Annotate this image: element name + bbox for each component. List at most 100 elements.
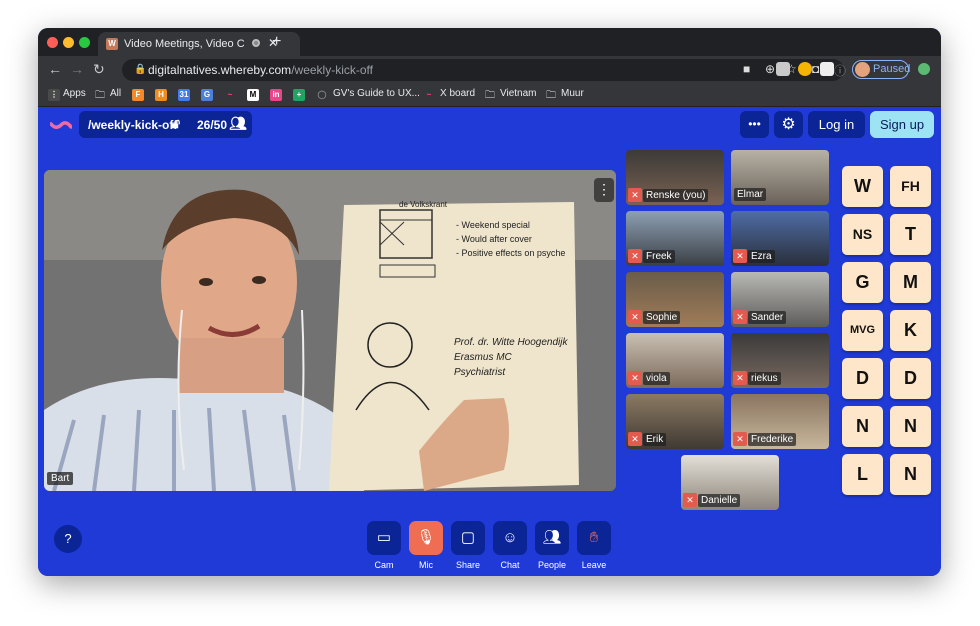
participant-initials-tile[interactable]: N	[890, 406, 931, 447]
bookmarks-bar: ⋮ Apps 🗀 All F H 31 G ~ M in + ◯ GV's Gu…	[38, 84, 941, 107]
participant-thumb[interactable]: ✕ Frederike	[731, 394, 829, 449]
participant-label: ✕ viola	[628, 371, 670, 386]
card-line: - Positive effects on psyche	[456, 248, 566, 258]
screenshot-extension-icon[interactable]	[776, 62, 790, 76]
bookmark-x-board[interactable]: X board	[440, 88, 475, 99]
help-button[interactable]: ?	[54, 525, 82, 553]
mic-muted-icon: ✕	[733, 432, 747, 446]
participant-initials-tile[interactable]: N	[890, 454, 931, 495]
bookmark-sheets-icon[interactable]: +	[293, 89, 305, 101]
bookmark-h-icon[interactable]: H	[155, 89, 167, 101]
bookmark-invision-icon[interactable]: in	[270, 89, 282, 101]
mic-muted-icon: ✕	[628, 188, 642, 202]
participant-label: ✕ riekus	[733, 371, 781, 386]
signup-button[interactable]: Sign up	[870, 111, 934, 138]
bookmark-whereby-icon[interactable]: ~	[224, 89, 236, 101]
chat-button[interactable]: ☺	[493, 521, 527, 555]
mic-button[interactable]: 🎙︎	[409, 521, 443, 555]
participant-thumb[interactable]: ✕ riekus	[731, 333, 829, 388]
bookmark-calendar-icon[interactable]: 31	[178, 89, 190, 101]
unlock-icon[interactable]: 🔓︎	[171, 115, 180, 132]
info-icon[interactable]: ⓘ	[834, 62, 846, 79]
participant-initials-tile[interactable]: D	[842, 358, 883, 399]
profile-paused-button[interactable]: Paused	[852, 60, 910, 79]
back-arrow-icon[interactable]: ←	[48, 61, 62, 77]
participant-name: Freek	[643, 249, 675, 263]
leave-button[interactable]: ✋︎	[577, 521, 611, 555]
bookmark-f-icon[interactable]: F	[132, 89, 144, 101]
forward-arrow-icon[interactable]: →	[70, 61, 84, 77]
participant-thumb[interactable]: ✕ Freek	[626, 211, 724, 266]
participant-thumb[interactable]: ✕ viola	[626, 333, 724, 388]
card-line: Psychiatrist	[454, 367, 506, 378]
bookmark-vietnam[interactable]: Vietnam	[500, 88, 537, 99]
participant-name: Frederike	[748, 432, 797, 446]
share-button[interactable]: ▢	[451, 521, 485, 555]
mic-muted-icon: ✕	[733, 249, 747, 263]
bookmark-translate-icon[interactable]: G	[201, 89, 213, 101]
whereby-logo-icon[interactable]	[50, 120, 72, 132]
participant-initials-tile[interactable]: G	[842, 262, 883, 303]
camera-in-use-icon[interactable]: ■	[743, 62, 750, 76]
address-bar[interactable]: 🔒 digitalnatives.whereby.com/weekly-kick…	[122, 59, 846, 81]
participant-initials-tile[interactable]: NS	[842, 214, 883, 255]
login-button[interactable]: Log in	[808, 111, 865, 138]
close-window-button[interactable]	[47, 37, 58, 48]
participant-initials-tile[interactable]: K	[890, 310, 931, 351]
update-icon[interactable]	[918, 63, 930, 75]
add-bookmark-plus-icon[interactable]: ⊕	[765, 62, 775, 76]
tab-strip: W Video Meetings, Video Con ✕ +	[38, 28, 941, 56]
participant-thumb[interactable]: Elmar	[731, 150, 829, 205]
camera-icon: ▭	[376, 529, 392, 546]
participant-thumb[interactable]: ✕ Danielle	[681, 455, 779, 510]
maximize-window-button[interactable]	[79, 37, 90, 48]
participant-initials-tile[interactable]: W	[842, 166, 883, 207]
people-icon: 👥︎	[542, 529, 562, 546]
camera-button[interactable]: ▭	[367, 521, 401, 555]
participant-initials-tile[interactable]: L	[842, 454, 883, 495]
bookmark-muur[interactable]: Muur	[561, 88, 584, 99]
card-heading: de Volkskrant	[399, 200, 448, 209]
bookmark-all[interactable]: All	[110, 88, 121, 99]
pocket-icon[interactable]: ◘	[812, 62, 819, 76]
people-icon[interactable]: 👥︎	[229, 115, 247, 132]
participant-initials-tile[interactable]: MVG	[842, 310, 883, 351]
participant-thumb[interactable]: ✕ Ezra	[731, 211, 829, 266]
participant-initials-tile[interactable]: D	[890, 358, 931, 399]
participant-thumb[interactable]: ✕ Sander	[731, 272, 829, 327]
participant-name: riekus	[748, 371, 781, 385]
new-tab-button[interactable]: +	[272, 33, 281, 51]
video-options-kebab-icon[interactable]: ⋮	[594, 178, 614, 202]
participant-label: Elmar	[733, 188, 767, 203]
participant-initials-tile[interactable]: N	[842, 406, 883, 447]
settings-gear-icon[interactable]: ⚙	[774, 111, 803, 138]
honey-extension-icon[interactable]	[798, 62, 812, 76]
browser-tab[interactable]: W Video Meetings, Video Con ✕	[98, 32, 300, 56]
main-video[interactable]: de Volkskrant - Weekend special - Would …	[44, 170, 616, 491]
apps-grid-icon: ⋮	[48, 89, 60, 101]
bookmark-medium-icon[interactable]: M	[247, 89, 259, 101]
avatar	[855, 62, 870, 77]
room-name: /weekly-kick-off	[88, 118, 178, 132]
participant-initials-tile[interactable]: M	[890, 262, 931, 303]
more-options-button[interactable]: •••	[740, 111, 769, 138]
participant-thumb[interactable]: ✕ Erik	[626, 394, 724, 449]
people-button[interactable]: 👥︎	[535, 521, 569, 555]
participant-initials-tile[interactable]: T	[890, 214, 931, 255]
bookmark-apps[interactable]: Apps	[63, 88, 86, 99]
participant-label: ✕ Renske (you)	[628, 188, 709, 203]
card-signature: Prof. dr. Witte Hoogendijk Erasmus MC Ps…	[454, 335, 584, 380]
bookmark-gv-guide[interactable]: GV's Guide to UX...	[333, 88, 420, 99]
notion-extension-icon[interactable]	[820, 62, 834, 76]
chat-bubble-icon: ☺	[502, 529, 518, 546]
minimize-window-button[interactable]	[63, 37, 74, 48]
participant-thumb[interactable]: ✕ Renske (you)	[626, 150, 724, 205]
participant-thumb[interactable]: ✕ Sophie	[626, 272, 724, 327]
reload-icon[interactable]: ↻	[93, 61, 105, 78]
url-text: digitalnatives.whereby.com/weekly-kick-o…	[148, 63, 373, 77]
tab-title: Video Meetings, Video Con	[124, 38, 244, 50]
recording-indicator-icon	[252, 39, 260, 47]
room-info[interactable]: /weekly-kick-off 🔓︎ 26/50 👥︎	[79, 111, 252, 138]
card-line: - Would after cover	[456, 234, 532, 244]
participant-initials-tile[interactable]: FH	[890, 166, 931, 207]
